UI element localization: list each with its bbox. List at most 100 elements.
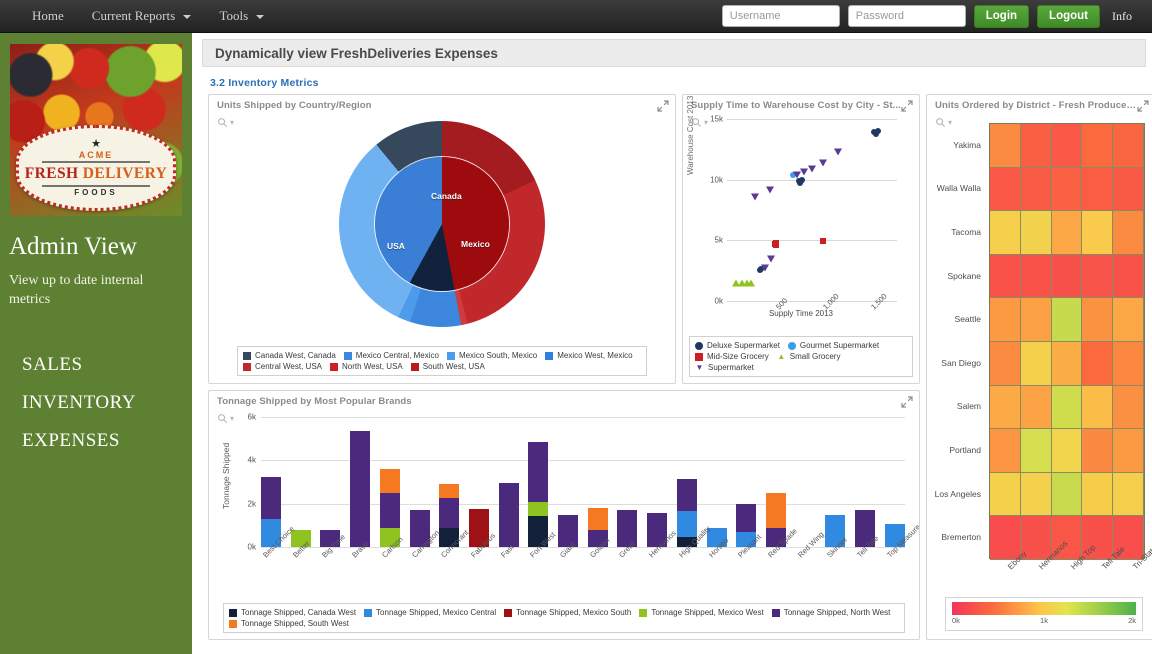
legend-item: Gourmet Supermarket xyxy=(787,341,880,350)
legend-item: Tonnage Shipped, Mexico West xyxy=(639,608,764,617)
data-point xyxy=(799,168,808,176)
data-point xyxy=(808,165,816,173)
bar-column[interactable] xyxy=(528,441,549,547)
info-link[interactable]: Info xyxy=(1108,9,1140,24)
heatmap-cell xyxy=(1113,211,1144,255)
heatmap-cell xyxy=(990,298,1021,342)
star-icon: ★ xyxy=(91,137,101,150)
heatmap-grid xyxy=(989,123,1145,560)
password-input[interactable] xyxy=(847,5,966,27)
nav-item-current-reports[interactable]: Current Reports xyxy=(78,2,206,30)
data-point xyxy=(834,148,843,156)
heatmap-cell xyxy=(1020,429,1052,473)
heatmap-cell xyxy=(1113,167,1144,212)
expand-icon[interactable] xyxy=(657,99,669,112)
heatmap-row-label: San Diego xyxy=(941,357,981,368)
donut-label-usa: USA xyxy=(387,241,405,251)
scatter-x-axis-label: Supply Time 2013 xyxy=(768,309,834,318)
sidebar: ★ ACME FRESH DELIVERY FOODS Admin View V… xyxy=(0,33,192,654)
heatmap-cell xyxy=(990,341,1021,386)
heatmap-cell xyxy=(1082,298,1114,342)
heatmap-cell xyxy=(990,211,1021,255)
heatmap-cell xyxy=(1082,124,1114,168)
scale-tick: 1k xyxy=(1040,616,1048,625)
chevron-down-icon xyxy=(256,15,265,20)
heatmap-cell xyxy=(990,124,1021,168)
heatmap-cell xyxy=(1113,254,1144,299)
heatmap-cell xyxy=(990,385,1021,430)
data-point xyxy=(760,264,769,272)
heatmap-cell xyxy=(1082,472,1114,517)
legend-item: Mexico South, Mexico xyxy=(446,351,537,360)
y-axis-tick: 4k xyxy=(247,455,256,465)
legend-label: North West, USA xyxy=(341,362,403,371)
panel-tonnage-shipped-by-brand: Tonnage Shipped by Most Popular Brands ▾… xyxy=(208,390,920,640)
heatmap-cell xyxy=(1082,341,1114,386)
panel-header: Supply Time to Warehouse Cost by City - … xyxy=(683,95,919,113)
bar-segment xyxy=(736,504,757,533)
navbar-menu: Home Current Reports Tools xyxy=(0,2,278,30)
legend-item: North West, USA xyxy=(329,362,403,371)
nav-item-tools[interactable]: Tools xyxy=(205,2,278,30)
brand-foods-text: FOODS xyxy=(74,187,118,197)
heatmap-cell xyxy=(1082,254,1114,299)
heatmap-cell xyxy=(1082,385,1114,430)
legend-label: Tonnage Shipped, North West xyxy=(783,608,891,617)
bar-column[interactable] xyxy=(350,431,371,547)
bar-plot-area: 6k 4k 2k 0k xyxy=(248,413,905,552)
heatmap-cell xyxy=(1020,254,1052,299)
username-input[interactable] xyxy=(721,5,840,27)
heatmap-cell xyxy=(1113,298,1144,342)
logout-button[interactable]: Logout xyxy=(1037,4,1100,28)
bar-column[interactable] xyxy=(498,483,519,547)
legend-label: Tonnage Shipped, South West xyxy=(241,619,349,628)
data-point xyxy=(767,255,776,263)
heatmap-cell xyxy=(1051,298,1083,342)
legend-item: South West, USA xyxy=(410,362,485,371)
navbar-login-form: Login Logout Info xyxy=(721,4,1152,28)
legend-item: Mexico West, Mexico xyxy=(545,351,633,360)
scale-tick: 2k xyxy=(1128,616,1136,625)
sidebar-subtitle: View up to date internal metrics xyxy=(9,273,144,307)
legend-label: Gourmet Supermarket xyxy=(799,341,880,350)
zoom-control[interactable]: ▾ xyxy=(217,413,234,424)
panel-units-shipped-by-country: Units Shipped by Country/Region ▾ USA Ca… xyxy=(208,94,676,384)
bar-y-axis-label: Tonnage Shipped xyxy=(221,442,231,509)
sidebar-item-expenses[interactable]: EXPENSES xyxy=(0,422,192,460)
bar-segment xyxy=(676,511,697,538)
bar-segment xyxy=(528,501,549,516)
legend-label: Central West, USA xyxy=(255,362,322,371)
expand-icon[interactable] xyxy=(1137,99,1149,112)
heatmap-row-label: Walla Walla xyxy=(936,183,981,194)
expand-icon[interactable] xyxy=(901,395,913,408)
divider xyxy=(42,160,150,163)
y-axis-tick: 0k xyxy=(247,542,256,552)
heatmap-row-label: Portland xyxy=(949,444,981,455)
legend-item: Canada West, Canada xyxy=(243,351,336,360)
heatmap-cell xyxy=(1051,254,1083,299)
heatmap-cell xyxy=(1020,298,1052,342)
panel-header: Tonnage Shipped by Most Popular Brands xyxy=(209,391,919,409)
legend-item: Mid-Size Grocery xyxy=(695,352,769,361)
data-point xyxy=(751,193,760,201)
color-gradient-bar xyxy=(952,602,1136,615)
nav-item-current-reports-label: Current Reports xyxy=(91,8,176,23)
sidebar-item-sales[interactable]: SALES xyxy=(0,346,192,384)
legend-label: Supermarket xyxy=(708,363,754,372)
legend-label: Deluxe Supermarket xyxy=(707,341,780,350)
panel-title: Units Shipped by Country/Region xyxy=(217,100,372,111)
sidebar-item-inventory[interactable]: INVENTORY xyxy=(0,384,192,422)
nav-item-home[interactable]: Home xyxy=(18,2,78,30)
heatmap-cell xyxy=(990,167,1021,212)
expand-icon[interactable] xyxy=(901,99,913,112)
donut-inner-ring xyxy=(375,157,509,291)
login-button[interactable]: Login xyxy=(973,4,1030,28)
heatmap-cell xyxy=(1051,385,1083,430)
heatmap-row-label: Spokane xyxy=(947,270,981,281)
y-axis-tick: 2k xyxy=(247,499,256,509)
heatmap-cell xyxy=(1020,124,1052,168)
heatmap-row-label: Salem xyxy=(956,401,981,412)
legend-label: Canada West, Canada xyxy=(255,351,336,360)
legend-item: Tonnage Shipped, Mexico Central xyxy=(364,608,496,617)
bar-segment xyxy=(765,492,786,528)
